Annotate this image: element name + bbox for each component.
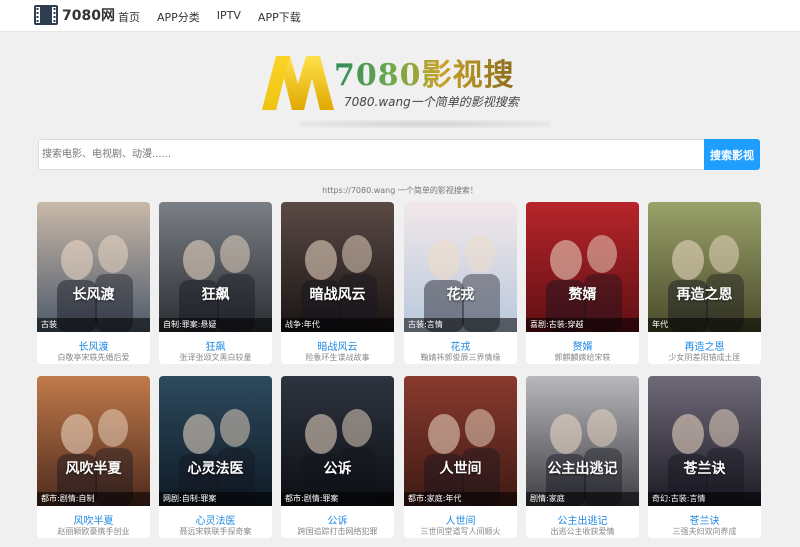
movie-description: 郭麒麟嫁给宋轶 [554,353,611,362]
poster-title-art: 公主出逃记 [547,461,618,477]
movie-description: 三世同堂道写人间顺火 [420,527,501,536]
poster-title-art: 花戎 [446,287,475,303]
search-input[interactable] [38,139,704,170]
movie-card[interactable]: 花戎 古装:言情 花戎 鞠婧祎郭俊辰三界情缘 [404,202,517,364]
poster-title-art: 苍兰诀 [683,461,726,477]
movie-card[interactable]: 再造之恩 年代 再造之恩 少女阴差阳错成土匪 [648,202,761,364]
movie-title-link[interactable]: 长风渡 [37,338,150,353]
genre-tags: 都市:剧情:罪案 [281,492,394,506]
movie-title-link[interactable]: 苍兰诀 [648,512,761,527]
search-bar: 搜索影视 [38,139,760,170]
movie-card[interactable]: 长风渡 古装 长风渡 白敬亭宋轶先婚后爱 [37,202,150,364]
movie-title-link[interactable]: 人世间 [404,512,517,527]
movie-poster[interactable]: 暗战风云战争:年代 [281,202,394,332]
brand[interactable]: 7080网 [34,5,115,25]
nav-home[interactable]: 首页 [118,9,140,25]
movie-description: 三强夫妇双向养成 [672,527,737,536]
movie-title-link[interactable]: 风吹半夏 [37,512,150,527]
movie-description: 险象环生谍战故事 [305,353,370,362]
movie-poster[interactable]: 人世间都市:家庭:年代 [404,376,517,506]
genre-tags: 自制:罪案:悬疑 [159,318,272,332]
top-navbar: 7080网 首页 APP分类 IPTV APP下载 [0,0,800,32]
movie-title-link[interactable]: 花戎 [404,338,517,353]
genre-tags: 年代 [648,318,761,332]
brand-name: 7080网 [62,8,115,24]
movie-title-link[interactable]: 狂飙 [159,338,272,353]
movie-description: 聂远宋轶联手探奇案 [179,527,252,536]
genre-tags: 网剧:自制:罪案 [159,492,272,506]
movie-card[interactable]: 公诉 都市:剧情:罪案 公诉 跨国追踪打击网络犯罪 [281,376,394,538]
site-tagline: https://7080.wang 一个简单的影视搜索！ [322,186,478,195]
genre-tags: 喜剧:古装:穿越 [526,318,639,332]
movie-title-link[interactable]: 公诉 [281,512,394,527]
movie-description: 张译张颂文黑白较量 [179,353,252,362]
hero-subtitle: 7080.wang一个简单的影视搜索 [344,95,519,109]
movie-card[interactable]: 心灵法医 网剧:自制:罪案 心灵法医 聂远宋轶联手探奇案 [159,376,272,538]
movie-description: 少女阴差阳错成土匪 [668,353,741,362]
movie-description: 白敬亭宋轶先婚后爱 [57,353,130,362]
poster-title-art: 长风渡 [72,287,115,303]
poster-title-art: 再造之恩 [676,287,733,303]
nav-app-category[interactable]: APP分类 [157,9,200,25]
poster-title-art: 心灵法医 [187,461,244,477]
movie-poster[interactable]: 苍兰诀奇幻:古装:言情 [648,376,761,506]
movie-poster[interactable]: 公主出逃记剧情:家庭 [526,376,639,506]
movie-poster[interactable]: 再造之恩 年代 [648,202,761,332]
movie-poster[interactable]: 赘婿喜剧:古装:穿越 [526,202,639,332]
movie-poster[interactable]: 心灵法医网剧:自制:罪案 [159,376,272,506]
nav-app-download[interactable]: APP下载 [258,9,301,25]
movie-card[interactable]: 狂飙 自制:罪案:悬疑 狂飙 张译张颂文黑白较量 [159,202,272,364]
poster-title-art: 赘婿 [568,287,597,303]
genre-tags: 奇幻:古装:言情 [648,492,761,506]
genre-tags: 古装 [37,318,150,332]
movie-card[interactable]: 苍兰诀 奇幻:古装:言情 苍兰诀 三强夫妇双向养成 [648,376,761,538]
movie-description: 鞠婧祎郭俊辰三界情缘 [420,353,501,362]
movie-description: 赵丽颖欧豪携手创业 [57,527,130,536]
genre-tags: 都市:剧情:自制 [37,492,150,506]
movie-title-link[interactable]: 暗战风云 [281,338,394,353]
hero-logo-m [260,54,336,114]
poster-title-art: 公诉 [323,461,352,477]
hero-shadow [300,120,550,128]
movie-title-link[interactable]: 再造之恩 [648,338,761,353]
poster-title-art: 狂飙 [201,287,230,303]
film-icon [34,5,58,25]
movie-card[interactable]: 暗战风云 战争:年代 暗战风云 险象环生谍战故事 [281,202,394,364]
genre-tags: 剧情:家庭 [526,492,639,506]
movie-title-link[interactable]: 心灵法医 [159,512,272,527]
movie-poster[interactable]: 风吹半夏都市:剧情:自制 [37,376,150,506]
movie-card[interactable]: 人世间 都市:家庭:年代 人世间 三世同堂道写人间顺火 [404,376,517,538]
movie-description: 出逃公主收获爱情 [550,527,615,536]
poster-title-art: 人世间 [439,461,482,477]
movie-poster[interactable]: 长风渡 古装 [37,202,150,332]
genre-tags: 古装:言情 [404,318,517,332]
movie-poster[interactable]: 狂飙自制:罪案:悬疑 [159,202,272,332]
poster-title-art: 风吹半夏 [65,461,122,477]
search-button[interactable]: 搜索影视 [704,139,760,170]
poster-title-art: 暗战风云 [309,287,366,303]
movie-poster[interactable]: 花戎古装:言情 [404,202,517,332]
movie-description: 跨国追踪打击网络犯罪 [297,527,378,536]
movie-card[interactable]: 风吹半夏 都市:剧情:自制 风吹半夏 赵丽颖欧豪携手创业 [37,376,150,538]
movie-card[interactable]: 公主出逃记 剧情:家庭 公主出逃记 出逃公主收获爱情 [526,376,639,538]
main-nav: 首页 APP分类 IPTV APP下载 [118,9,318,25]
movie-title-link[interactable]: 公主出逃记 [526,512,639,527]
nav-iptv[interactable]: IPTV [217,9,241,25]
movie-title-link[interactable]: 赘婿 [526,338,639,353]
genre-tags: 战争:年代 [281,318,394,332]
movie-card[interactable]: 赘婿 喜剧:古装:穿越 赘婿 郭麒麟嫁给宋轶 [526,202,639,364]
genre-tags: 都市:家庭:年代 [404,492,517,506]
hero-title: 7080影视搜 [334,50,515,94]
movie-poster[interactable]: 公诉都市:剧情:罪案 [281,376,394,506]
